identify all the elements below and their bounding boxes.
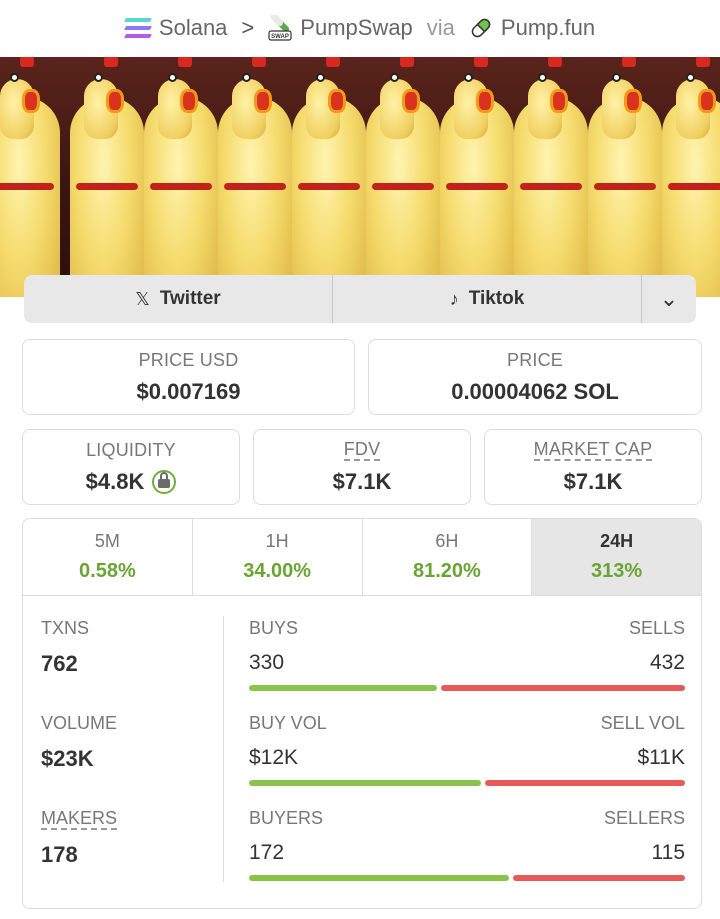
more-links-button[interactable]: ⌄ — [642, 275, 696, 323]
liquidity-card: LIQUIDITY $4.8K — [22, 429, 240, 505]
tab-24h[interactable]: 24H 313% — [532, 519, 701, 595]
platform-label: Pump.fun — [500, 15, 596, 40]
pill-icon — [471, 18, 491, 38]
solana-icon — [123, 18, 152, 38]
buyers-label: BUYERS — [249, 808, 324, 828]
price-native-card: PRICE 0.00004062 SOL — [368, 339, 702, 415]
tab-label: 24H — [600, 531, 634, 551]
sells-bar-segment — [441, 685, 685, 691]
txns-label: TXNS — [41, 618, 90, 638]
txns-stat: TXNS 762 — [41, 618, 89, 677]
makers-value: 178 — [41, 842, 78, 867]
sell-vol-label: SELL VOL — [600, 713, 685, 733]
fdv-value: $7.1K — [332, 469, 392, 494]
tiktok-label: Tiktok — [468, 288, 525, 309]
buyers-bar-segment — [249, 875, 509, 881]
buys-label: BUYS — [249, 618, 299, 638]
buys-bar-segment — [249, 685, 437, 691]
buys-value: 330 — [249, 651, 285, 674]
timeframe-tabs: 5M 0.58% 1H 34.00% 6H 81.20% 24H 313% — [22, 518, 702, 596]
tiktok-button[interactable]: ♪ Tiktok — [333, 275, 642, 323]
market-cap-value: $7.1K — [563, 469, 623, 494]
sell-vol-value: $11K — [637, 746, 686, 769]
market-cap-card: MARKET CAP $7.1K — [484, 429, 702, 505]
token-banner-image — [0, 57, 720, 297]
volume-split-row: BUY VOL SELL VOL $12K $11K — [249, 713, 685, 786]
sells-value: 432 — [649, 651, 685, 674]
sell-vol-bar-segment — [485, 780, 685, 786]
breadcrumb-chain[interactable]: Solana — [123, 15, 228, 41]
social-links-bar: 𝕏 Twitter ♪ Tiktok ⌄ — [24, 275, 696, 323]
breadcrumb: Solana > SWAP PumpSwap via Pump.fun — [0, 0, 720, 56]
liquidity-value: $4.8K — [85, 468, 145, 494]
sellers-bar-segment — [513, 875, 685, 881]
x-logo-icon: 𝕏 — [135, 288, 150, 309]
tab-change: 81.20% — [412, 560, 481, 582]
buy-vol-label: BUY VOL — [249, 713, 327, 733]
chain-label: Solana — [158, 15, 228, 40]
buyers-sellers-bar — [249, 875, 685, 881]
twitter-button[interactable]: 𝕏 Twitter — [24, 275, 333, 323]
makers-label[interactable]: MAKERS — [41, 808, 118, 830]
lock-icon[interactable] — [152, 469, 177, 494]
makers-stat: MAKERS 178 — [41, 808, 118, 868]
txns-value: 762 — [41, 651, 78, 676]
tab-label: 6H — [435, 531, 459, 551]
volume-stat: VOLUME $23K — [41, 713, 117, 772]
tab-6h[interactable]: 6H 81.20% — [363, 519, 533, 595]
market-cap-label[interactable]: MARKET CAP — [533, 439, 653, 461]
sellers-label: SELLERS — [603, 808, 685, 828]
chevron-down-icon: ⌄ — [659, 286, 679, 311]
tab-label: 1H — [265, 531, 289, 551]
fdv-card: FDV $7.1K — [253, 429, 471, 505]
pumpswap-icon: SWAP — [268, 15, 292, 41]
price-native-label: PRICE — [506, 349, 563, 370]
volume-label: VOLUME — [41, 713, 118, 733]
tiktok-icon: ♪ — [449, 288, 459, 309]
tab-5m[interactable]: 5M 0.58% — [23, 519, 193, 595]
buy-vol-bar-segment — [249, 780, 481, 786]
price-usd-value: $0.007169 — [136, 378, 241, 404]
tab-1h[interactable]: 1H 34.00% — [193, 519, 363, 595]
twitter-label: Twitter — [159, 288, 221, 309]
volume-value: $23K — [41, 746, 94, 771]
price-native-value: 0.00004062 SOL — [451, 378, 619, 404]
sells-label: SELLS — [628, 618, 685, 638]
breadcrumb-platform[interactable]: Pump.fun — [469, 15, 595, 41]
liquidity-label: LIQUIDITY — [86, 439, 176, 460]
tab-change: 313% — [591, 560, 643, 582]
breadcrumb-separator: > — [241, 15, 255, 40]
price-usd-label: PRICE USD — [138, 349, 239, 370]
via-text: via — [426, 15, 455, 40]
buys-sells-bar — [249, 685, 685, 691]
tab-change: 34.00% — [243, 560, 312, 582]
volume-split-bar — [249, 780, 685, 786]
tab-change: 0.58% — [79, 560, 136, 582]
buys-sells-row: BUYS SELLS 330 432 — [249, 618, 685, 691]
dex-label: PumpSwap — [300, 15, 413, 40]
stats-divider — [223, 616, 224, 882]
fdv-label[interactable]: FDV — [343, 439, 381, 461]
breadcrumb-dex[interactable]: SWAP PumpSwap — [268, 15, 413, 41]
buyers-sellers-row: BUYERS SELLERS 172 115 — [249, 808, 685, 881]
svg-text:SWAP: SWAP — [271, 34, 289, 40]
token-stats-panel: PRICE USD $0.007169 PRICE 0.00004062 SOL… — [0, 323, 720, 919]
buyers-value: 172 — [249, 841, 285, 864]
buy-vol-value: $12K — [249, 746, 299, 769]
sellers-value: 115 — [651, 841, 685, 864]
price-usd-card: PRICE USD $0.007169 — [22, 339, 355, 415]
trade-stats: TXNS 762 VOLUME $23K MAKERS 178 BUYS SEL… — [22, 596, 702, 909]
tab-label: 5M — [94, 531, 120, 551]
